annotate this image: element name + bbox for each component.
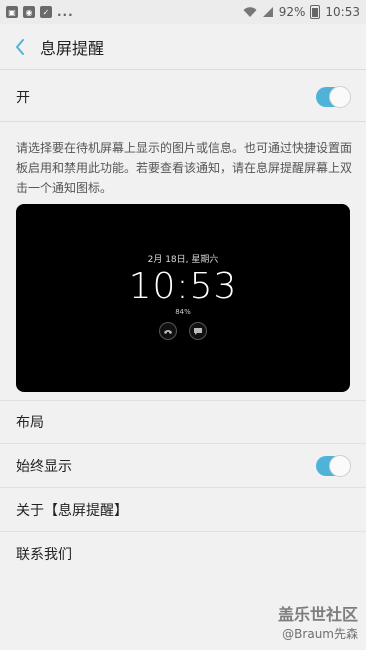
layout-row[interactable]: 布局: [0, 400, 366, 444]
layout-label: 布局: [16, 415, 44, 431]
preview-battery: 84%: [175, 308, 191, 316]
feature-description: 请选择要在待机屏幕上显示的图片或信息。也可通过快捷设置面板启用和禁用此功能。若要…: [16, 141, 353, 195]
wifi-icon: [243, 7, 257, 17]
always-on-row[interactable]: 始终显示: [0, 444, 366, 488]
toggle-knob: [329, 454, 351, 477]
app-notification-icon: ◉: [23, 6, 35, 18]
preview-date: 2月 18日, 星期六: [147, 255, 219, 265]
chevron-left-icon: [16, 38, 24, 55]
image-notification-icon: ▣: [6, 6, 18, 18]
always-on-label: 始终显示: [16, 458, 72, 475]
master-switch-row[interactable]: 开: [0, 72, 366, 122]
more-notifications-indicator: ...: [57, 5, 74, 19]
app-header: 息屏提醒: [0, 24, 366, 70]
battery-percentage: 92%: [278, 5, 306, 19]
contact-us-label: 联系我们: [16, 547, 72, 563]
preview-clock: 10:53: [128, 266, 238, 307]
watermark-site: 盖乐世社区: [277, 605, 358, 624]
message-icon: [189, 322, 207, 340]
shield-notification-icon: ✓: [40, 6, 52, 18]
status-bar: ▣ ◉ ✓ ... 92% 10:53: [0, 0, 366, 24]
preview-notification-icons: [16, 322, 350, 340]
status-bar-right: 92% 10:53: [243, 5, 360, 19]
master-switch-toggle[interactable]: [316, 85, 351, 108]
about-label: 关于【息屏提醒】: [16, 502, 128, 519]
status-bar-left: ▣ ◉ ✓ ...: [6, 5, 74, 19]
contact-us-row[interactable]: 联系我们: [0, 532, 366, 576]
missed-call-icon: [159, 322, 177, 340]
watermark: 盖乐世社区 @Braum先森: [278, 601, 358, 642]
back-button[interactable]: [0, 24, 40, 70]
toggle-knob: [329, 85, 351, 108]
watermark-user: @Braum先森: [282, 627, 358, 641]
page-title: 息屏提醒: [40, 38, 105, 58]
always-on-toggle[interactable]: [316, 454, 351, 477]
clock: 10:53: [325, 5, 360, 19]
about-row[interactable]: 关于【息屏提醒】: [0, 488, 366, 532]
signal-icon: [262, 7, 273, 17]
aod-preview: 2月 18日, 星期六 10:53 84%: [16, 204, 350, 392]
battery-icon: [310, 5, 321, 19]
master-switch-label: 开: [16, 89, 30, 106]
